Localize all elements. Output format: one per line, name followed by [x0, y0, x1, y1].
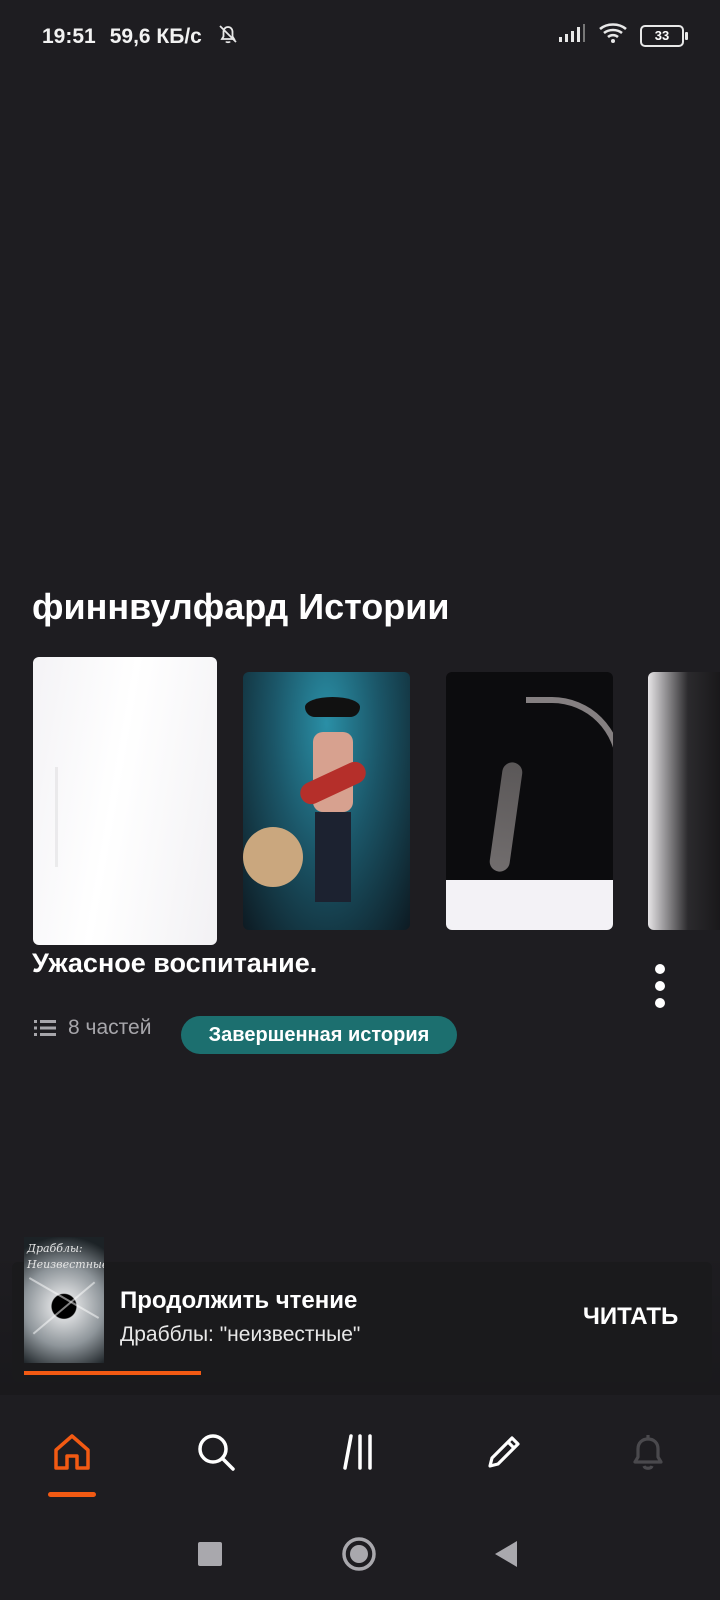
- mute-bell-icon: [216, 22, 240, 52]
- continue-book-name: Драбблы: "неизвестные": [120, 1323, 361, 1346]
- list-icon: [34, 1019, 56, 1037]
- screen: 19:51 59,6 КБ/с 33 финнвулфард Истории У…: [0, 0, 720, 1600]
- recents-icon[interactable]: [188, 1532, 232, 1576]
- covers-carousel[interactable]: [0, 657, 720, 947]
- bottom-nav: [0, 1400, 720, 1510]
- story-title[interactable]: Ужасное воспитание.: [32, 948, 317, 979]
- system-nav: [0, 1510, 720, 1600]
- story-cover[interactable]: [648, 672, 720, 930]
- cover-arm: [526, 697, 613, 863]
- library-icon[interactable]: [330, 1422, 390, 1482]
- wifi-icon: [598, 22, 628, 49]
- status-left: 19:51 59,6 КБ/с: [42, 22, 240, 52]
- story-cover-selected[interactable]: [33, 657, 217, 945]
- section-title: финнвулфард Истории: [32, 586, 450, 627]
- cover-caption: Драбблы: Неизвестные: [27, 1241, 104, 1273]
- write-icon[interactable]: [474, 1422, 534, 1482]
- cover-drums: [243, 827, 303, 887]
- cover-texture: [55, 767, 58, 867]
- cover-hat: [305, 697, 360, 717]
- cover-crack: [32, 1281, 96, 1335]
- continue-title: Продолжить чтение: [120, 1287, 358, 1314]
- story-cover[interactable]: [446, 672, 613, 930]
- status-right: 33: [558, 22, 688, 49]
- active-tab-indicator: [48, 1492, 96, 1497]
- more-options-icon[interactable]: [650, 964, 670, 1008]
- battery-icon: 33: [640, 24, 688, 47]
- status-speed: 59,6 КБ/с: [109, 25, 202, 48]
- read-button[interactable]: ЧИТАТЬ: [583, 1303, 678, 1331]
- parts-count: 8 частей: [68, 1016, 152, 1039]
- status-time: 19:51: [42, 25, 96, 48]
- cover-crack: [28, 1277, 100, 1319]
- cover-caption-line: Неизвестные: [27, 1258, 104, 1271]
- bell-icon[interactable]: [618, 1422, 678, 1482]
- story-cover[interactable]: [243, 672, 410, 930]
- status-bar: 19:51 59,6 КБ/с 33: [0, 0, 720, 72]
- cover-strip: [446, 880, 613, 930]
- home-button-icon[interactable]: [337, 1532, 381, 1576]
- story-meta: 8 частей: [34, 1016, 151, 1040]
- reading-progress-fill: [24, 1371, 201, 1375]
- cover-hand: [488, 761, 524, 873]
- home-icon[interactable]: [42, 1422, 102, 1482]
- search-icon[interactable]: [186, 1422, 246, 1482]
- cover-caption-line: Драбблы:: [27, 1242, 83, 1255]
- signal-icon: [558, 23, 586, 48]
- reading-progress: [24, 1371, 704, 1375]
- status-badge: Завершенная история: [181, 1016, 457, 1054]
- book-cover[interactable]: Драбблы: Неизвестные: [24, 1237, 104, 1363]
- back-icon[interactable]: [484, 1532, 528, 1576]
- cover-legs: [315, 812, 351, 902]
